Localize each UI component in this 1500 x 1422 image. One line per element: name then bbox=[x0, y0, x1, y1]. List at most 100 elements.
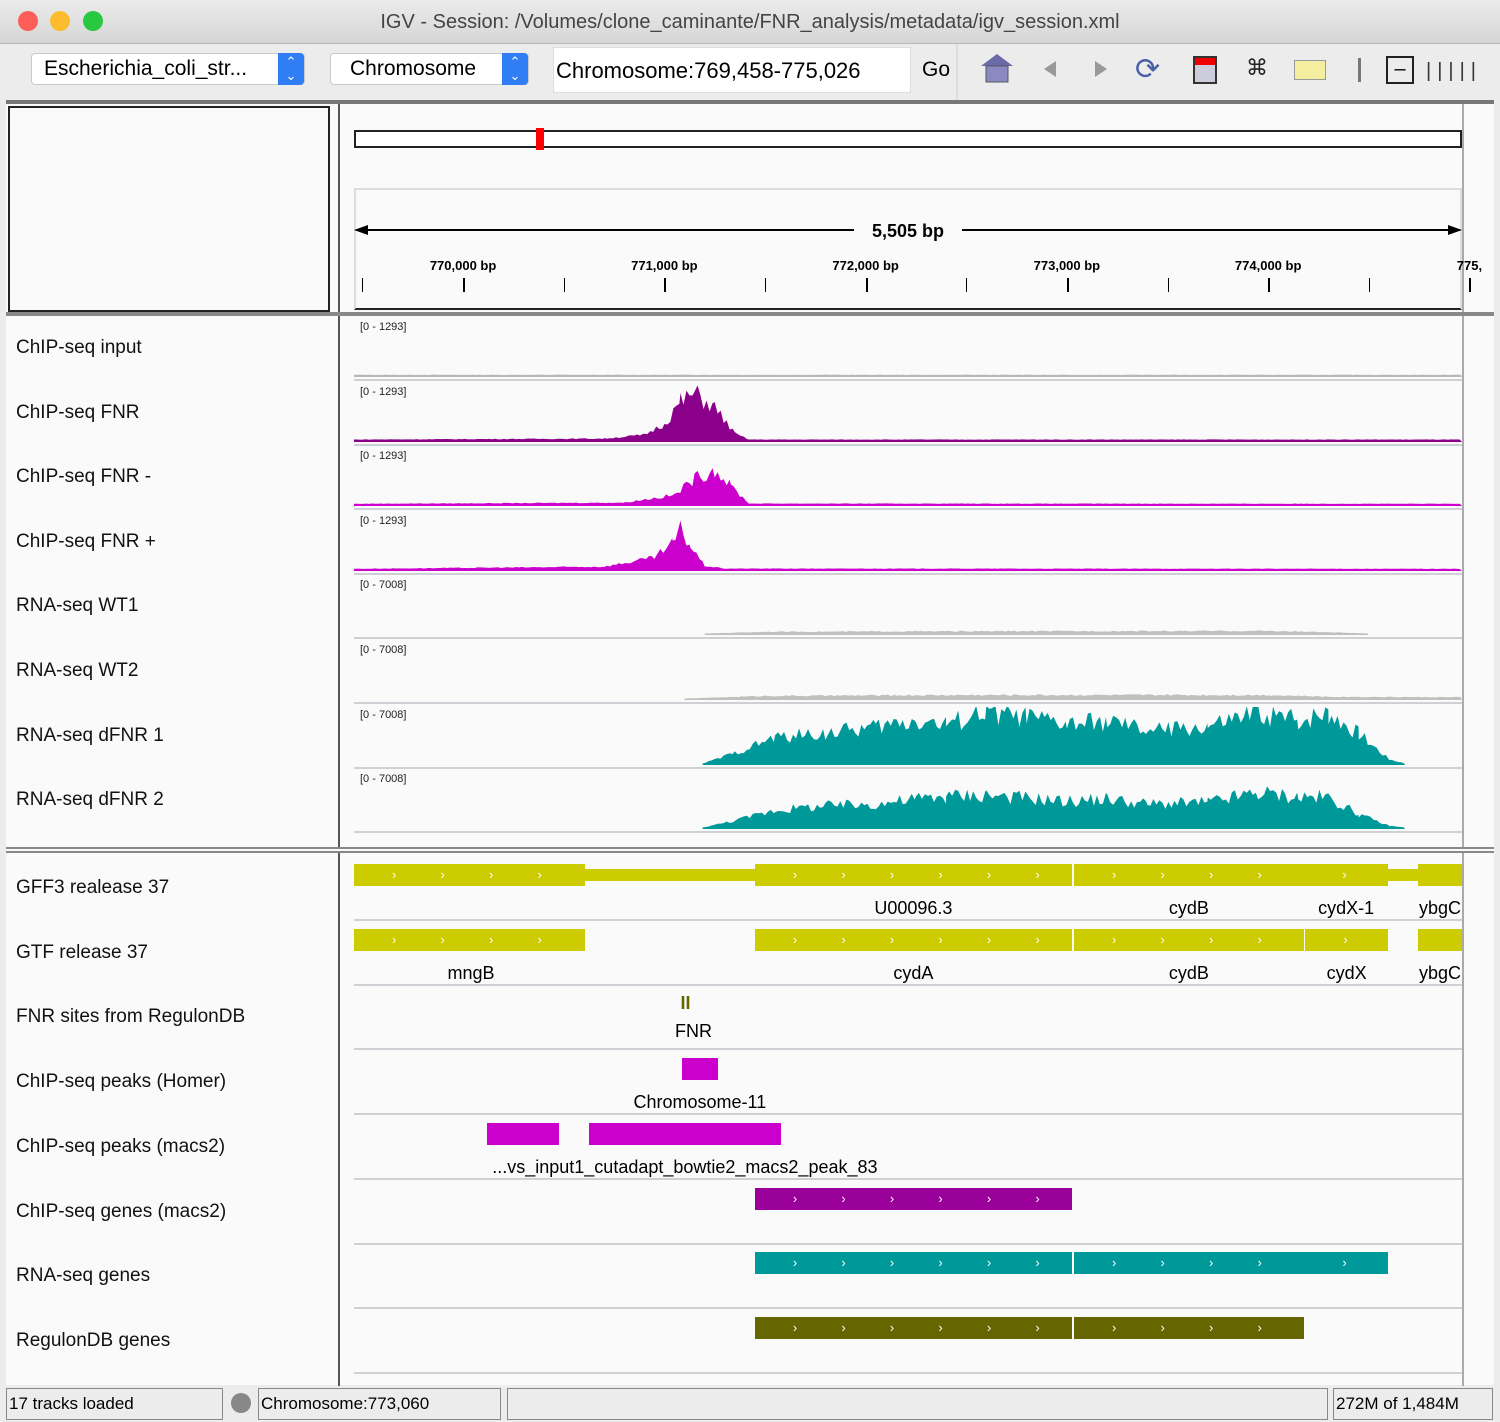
strand-arrow-icon: › bbox=[1208, 1255, 1214, 1271]
feature-block[interactable]: › › › › bbox=[354, 928, 586, 951]
coverage-plot[interactable] bbox=[354, 384, 1462, 444]
fnr-site-mark[interactable]: II bbox=[681, 993, 691, 1014]
name-header-panel bbox=[8, 106, 330, 312]
locus-input[interactable]: Chromosome:769,458-775,026 bbox=[553, 47, 911, 93]
track-name-label[interactable]: ChIP-seq input bbox=[16, 337, 142, 359]
feature-block[interactable]: › › › › bbox=[1073, 928, 1304, 951]
strand-arrow-icon: › bbox=[1111, 1255, 1117, 1271]
strand-arrow-icon: › bbox=[986, 931, 992, 947]
feature-block[interactable]: › › › › › › bbox=[754, 1252, 1072, 1275]
track-name-label[interactable]: RegulonDB genes bbox=[16, 1330, 170, 1352]
strand-arrow-icon: › bbox=[889, 867, 895, 882]
maximize-button[interactable] bbox=[83, 11, 103, 31]
panel-divider[interactable] bbox=[338, 104, 340, 1386]
feature-block[interactable]: › › › › bbox=[1073, 864, 1304, 886]
panel-separator[interactable] bbox=[6, 847, 1494, 853]
strand-arrow-icon: › bbox=[489, 867, 494, 882]
toolbar-divider bbox=[956, 44, 958, 100]
ruler-minor-tick bbox=[362, 278, 364, 292]
strand-arrow-icon: › bbox=[392, 931, 397, 947]
strand-arrow-icon: › bbox=[1160, 1255, 1165, 1271]
strand-arrow-icon: › bbox=[986, 1319, 992, 1335]
track-divider bbox=[354, 1371, 1462, 1374]
feature-block[interactable]: › bbox=[1304, 864, 1388, 886]
strand-arrow-icon: › bbox=[841, 1255, 846, 1271]
ruler-minor-tick bbox=[1167, 278, 1169, 292]
resize-icon[interactable]: ⌘ bbox=[1246, 55, 1268, 81]
popup-info-icon[interactable] bbox=[1294, 60, 1326, 80]
ruler-tick-label: 774,000 bp bbox=[1234, 258, 1302, 273]
panel-separator bbox=[6, 312, 1494, 316]
feature-block[interactable]: › › › › › › bbox=[754, 864, 1072, 886]
track-name-label[interactable]: RNA-seq WT1 bbox=[16, 595, 138, 617]
coverage-plot[interactable] bbox=[354, 706, 1462, 767]
strand-arrow-icon: › bbox=[889, 1190, 895, 1206]
back-icon[interactable] bbox=[1040, 58, 1058, 86]
feature-block[interactable]: › › › › bbox=[1073, 1252, 1304, 1275]
coverage-plot[interactable] bbox=[354, 513, 1462, 573]
strand-arrow-icon: › bbox=[1257, 867, 1262, 882]
feature-block[interactable] bbox=[1417, 864, 1462, 886]
feature-block[interactable]: › bbox=[1304, 1252, 1388, 1275]
track-name-label[interactable]: ChIP-seq FNR - bbox=[16, 466, 151, 488]
coverage-plot[interactable] bbox=[354, 319, 1462, 379]
strand-arrow-icon: › bbox=[537, 867, 542, 882]
feature-block[interactable] bbox=[1417, 928, 1462, 951]
feature-block[interactable] bbox=[681, 1058, 718, 1081]
feature-label: cydB bbox=[1168, 962, 1209, 983]
coverage-plot[interactable] bbox=[354, 642, 1462, 702]
strand-arrow-icon: › bbox=[1160, 1319, 1165, 1335]
chromosome-dropdown[interactable]: Chromosome ⌃ ⌄ bbox=[330, 53, 529, 85]
strand-arrow-icon: › bbox=[1111, 1319, 1117, 1335]
coverage-plot[interactable] bbox=[354, 771, 1462, 831]
strand-arrow-icon: › bbox=[792, 1190, 798, 1206]
track-name-label[interactable]: RNA-seq dFNR 1 bbox=[16, 725, 164, 747]
intergenic-feature[interactable] bbox=[585, 869, 755, 881]
refresh-icon[interactable]: ⟳ bbox=[1135, 52, 1160, 87]
close-button[interactable] bbox=[18, 11, 38, 31]
track-name-label[interactable]: RNA-seq genes bbox=[16, 1265, 150, 1287]
feature-block[interactable]: › › › › › › bbox=[754, 928, 1072, 951]
strand-arrow-icon: › bbox=[1208, 931, 1214, 947]
zoom-level-icon[interactable]: ||||| bbox=[1426, 60, 1482, 83]
intergenic-feature[interactable] bbox=[1387, 869, 1418, 881]
go-button[interactable]: Go bbox=[922, 58, 950, 82]
feature-label: ybgC bbox=[1418, 898, 1461, 918]
track-name-label[interactable]: ChIP-seq FNR bbox=[16, 402, 140, 424]
track-name-label[interactable]: ChIP-seq FNR + bbox=[16, 531, 156, 553]
strand-arrow-icon: › bbox=[841, 1319, 846, 1335]
minimize-button[interactable] bbox=[50, 11, 70, 31]
track-name-label[interactable]: ChIP-seq peaks (macs2) bbox=[16, 1136, 225, 1158]
chromosome-ideogram[interactable] bbox=[354, 130, 1462, 148]
zoom-out-icon[interactable]: – bbox=[1386, 56, 1414, 84]
region-of-interest-icon[interactable] bbox=[1193, 56, 1217, 84]
strand-arrow-icon: › bbox=[1035, 931, 1040, 947]
track-name-label[interactable]: FNR sites from RegulonDB bbox=[16, 1006, 245, 1028]
feature-block[interactable] bbox=[487, 1122, 559, 1145]
track-name-label[interactable]: ChIP-seq genes (macs2) bbox=[16, 1201, 226, 1223]
forward-icon[interactable] bbox=[1092, 58, 1110, 86]
strand-arrow-icon: › bbox=[489, 931, 494, 947]
home-icon[interactable] bbox=[980, 52, 1014, 84]
track-name-label[interactable]: RNA-seq dFNR 2 bbox=[16, 789, 164, 811]
coverage-area bbox=[354, 374, 1462, 377]
coverage-plot[interactable] bbox=[354, 448, 1462, 508]
feature-block[interactable] bbox=[588, 1122, 781, 1145]
ruler[interactable] bbox=[354, 188, 1462, 310]
track-name-label[interactable]: GFF3 realease 37 bbox=[16, 877, 169, 899]
span-label: 5,505 bp bbox=[871, 221, 945, 241]
feature-block[interactable]: › bbox=[1305, 928, 1388, 951]
coverage-plot[interactable] bbox=[354, 577, 1462, 637]
scrollbar[interactable] bbox=[1462, 104, 1464, 1386]
track-name-label[interactable]: RNA-seq WT2 bbox=[16, 660, 138, 682]
track-name-label[interactable]: ChIP-seq peaks (Homer) bbox=[16, 1071, 226, 1093]
feature-block[interactable]: › › › › › › bbox=[754, 1316, 1072, 1339]
track-name-label[interactable]: GTF release 37 bbox=[16, 942, 148, 964]
feature-block[interactable]: › › › › › › bbox=[754, 1187, 1072, 1210]
strand-arrow-icon: › bbox=[440, 867, 445, 882]
coverage-area bbox=[704, 630, 1369, 636]
strand-arrow-icon: › bbox=[1257, 1255, 1262, 1271]
genome-dropdown[interactable]: Escherichia_coli_str... ⌃ ⌄ bbox=[31, 53, 305, 85]
feature-block[interactable]: › › › › bbox=[1073, 1316, 1304, 1339]
feature-block[interactable]: › › › › bbox=[354, 864, 586, 886]
